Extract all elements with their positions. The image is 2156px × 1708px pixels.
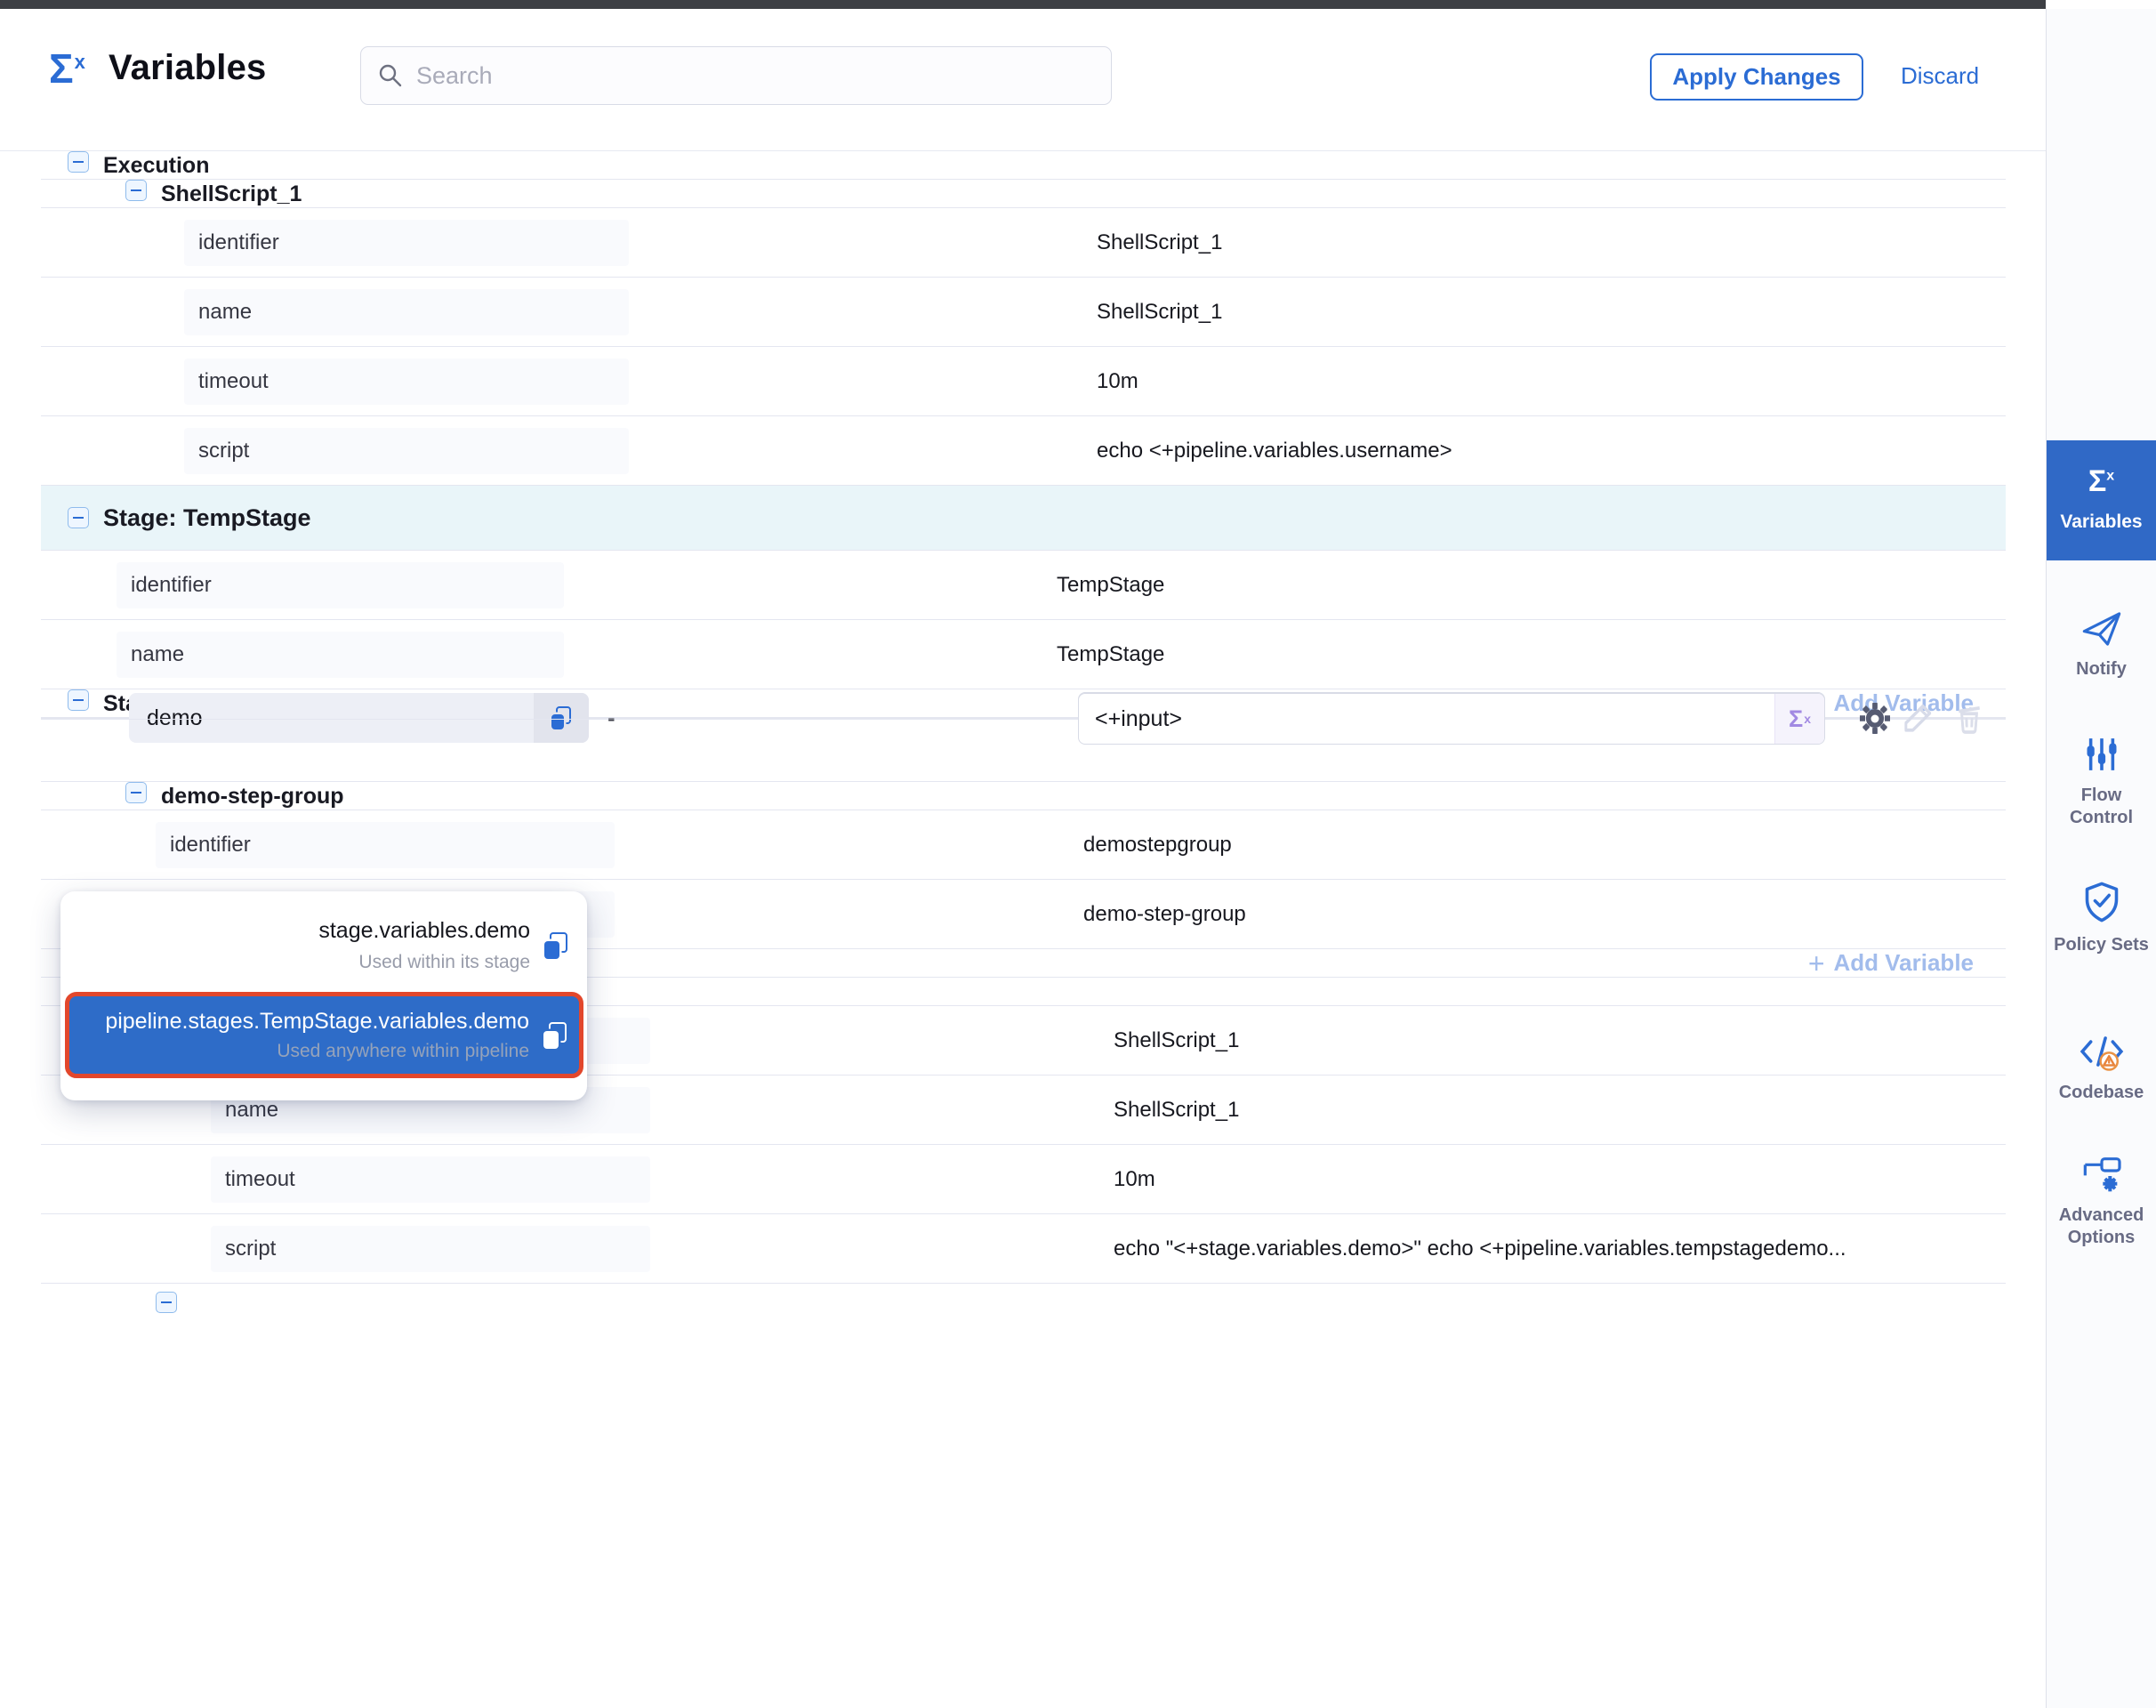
expression-usage-text: Used within its stage: [318, 952, 530, 973]
field-row-name: name TempStage: [41, 620, 2006, 689]
table-row: [41, 1284, 2006, 1708]
code-warning-icon: [2079, 1032, 2125, 1071]
expression-option-texts: stage.variables.demo Used within its sta…: [318, 918, 530, 973]
field-value: ShellScript_1: [1097, 300, 1222, 325]
table-row: [41, 720, 2006, 782]
tree-row-shellscript-1: ShellScript_1: [41, 180, 2006, 208]
search-box[interactable]: [360, 46, 1112, 105]
copy-icon[interactable]: [543, 1022, 567, 1049]
collapse-icon[interactable]: [68, 151, 89, 173]
field-row-identifier: identifier demostepgroup: [41, 810, 2006, 880]
section-label: Stage: TempStage: [103, 504, 311, 532]
field-label: identifier: [156, 822, 615, 868]
collapse-icon[interactable]: [125, 782, 147, 803]
sidebar-item-variables[interactable]: Σx Variables: [2047, 440, 2156, 560]
variables-panel: Σx Variables Apply Changes Discard Execu…: [0, 0, 2156, 1708]
field-value: echo "<+stage.variables.demo>" echo <+pi…: [1114, 1237, 1846, 1261]
sidebar-item-notify[interactable]: Notify: [2047, 610, 2156, 681]
expression-option-texts: pipeline.stages.TempStage.variables.demo…: [105, 1009, 529, 1062]
field-label: timeout: [184, 359, 629, 405]
group-label: Execution: [103, 153, 209, 178]
field-label: identifier: [184, 220, 629, 266]
apply-changes-button[interactable]: Apply Changes: [1650, 53, 1863, 101]
field-row-timeout: timeout 10m: [41, 1145, 2006, 1214]
expression-option[interactable]: stage.variables.demo Used within its sta…: [60, 891, 587, 984]
field-value: demo-step-group: [1083, 902, 1246, 927]
field-row-timeout: timeout 10m: [41, 347, 2006, 416]
field-value: TempStage: [1057, 642, 1164, 667]
field-label: name: [117, 632, 564, 678]
sidebar-item-label: Policy Sets: [2047, 934, 2156, 956]
tree-row-stage-tempstage: Stage: TempStage: [41, 486, 2006, 551]
field-value: ShellScript_1: [1114, 1028, 1239, 1053]
panel-header: Σx Variables Apply Changes Discard: [0, 9, 2046, 151]
sidebar-item-label: Codebase: [2047, 1082, 2156, 1104]
field-value: TempStage: [1057, 573, 1164, 598]
variables-sigma-icon: Σx: [2088, 466, 2114, 496]
sliders-icon: [2082, 735, 2121, 774]
plus-icon: +: [1808, 949, 1825, 978]
right-nav-sidebar: Σx Variables Notify Flow Control Policy …: [2046, 9, 2156, 1708]
discard-button[interactable]: Discard: [1901, 62, 1979, 90]
field-value: demostepgroup: [1083, 833, 1232, 858]
field-row-script: script echo <+pipeline.variables.username…: [41, 416, 2006, 486]
field-row-name: name ShellScript_1: [41, 278, 2006, 347]
expression-option-selected[interactable]: pipeline.stages.TempStage.variables.demo…: [65, 992, 583, 1078]
sidebar-item-advanced-options[interactable]: Advanced Options: [2047, 1155, 2156, 1249]
expression-usage-text: Used anywhere within pipeline: [105, 1041, 529, 1062]
expression-popup: stage.variables.demo Used within its sta…: [60, 891, 587, 1100]
collapse-icon[interactable]: [68, 689, 89, 711]
field-value: ShellScript_1: [1097, 230, 1222, 255]
field-label: timeout: [211, 1156, 650, 1203]
sidebar-item-codebase[interactable]: Codebase: [2047, 1032, 2156, 1104]
flow-gear-icon: [2080, 1155, 2123, 1194]
field-label: identifier: [117, 562, 564, 608]
field-row-script: script echo "<+stage.variables.demo>" ech…: [41, 1214, 2006, 1284]
paper-plane-icon: [2080, 610, 2123, 648]
sidebar-item-label: Variables: [2055, 511, 2147, 534]
add-variable-button[interactable]: + Add Variable: [1808, 949, 1974, 978]
top-loading-bar: [0, 0, 2046, 9]
field-label: name: [184, 289, 629, 335]
variables-sigma-icon: Σx: [49, 48, 85, 89]
page-title: Variables: [109, 48, 266, 88]
field-value: echo <+pipeline.variables.username>: [1097, 439, 1452, 463]
field-value: 10m: [1097, 369, 1138, 394]
group-label: ShellScript_1: [161, 181, 302, 206]
collapse-icon[interactable]: [156, 1292, 177, 1313]
field-label: script: [184, 428, 629, 474]
expression-text: pipeline.stages.TempStage.variables.demo: [105, 1009, 529, 1035]
field-label: script: [211, 1226, 650, 1272]
collapse-icon[interactable]: [68, 507, 89, 528]
sidebar-item-policy-sets[interactable]: Policy Sets: [2047, 881, 2156, 956]
field-row-identifier: identifier ShellScript_1: [41, 208, 2006, 278]
shield-check-icon: [2082, 881, 2121, 923]
sidebar-item-flow-control[interactable]: Flow Control: [2047, 735, 2156, 829]
collapse-icon[interactable]: [125, 180, 147, 201]
search-input[interactable]: [416, 62, 1095, 90]
sidebar-item-label: Advanced Options: [2047, 1204, 2156, 1249]
group-label: demo-step-group: [161, 784, 344, 809]
copy-icon[interactable]: [544, 932, 567, 959]
tree-row-demo-step-group: demo-step-group: [41, 782, 2006, 810]
sidebar-item-label: Flow Control: [2047, 785, 2156, 829]
search-icon: [377, 62, 404, 89]
sidebar-item-label: Notify: [2047, 658, 2156, 681]
field-value: 10m: [1114, 1167, 1155, 1192]
add-variable-label: Add Variable: [1834, 949, 1975, 977]
tree-row-execution: Execution: [41, 151, 2006, 180]
field-value: ShellScript_1: [1114, 1098, 1239, 1123]
expression-text: stage.variables.demo: [318, 918, 530, 944]
field-row-identifier: identifier TempStage: [41, 551, 2006, 620]
